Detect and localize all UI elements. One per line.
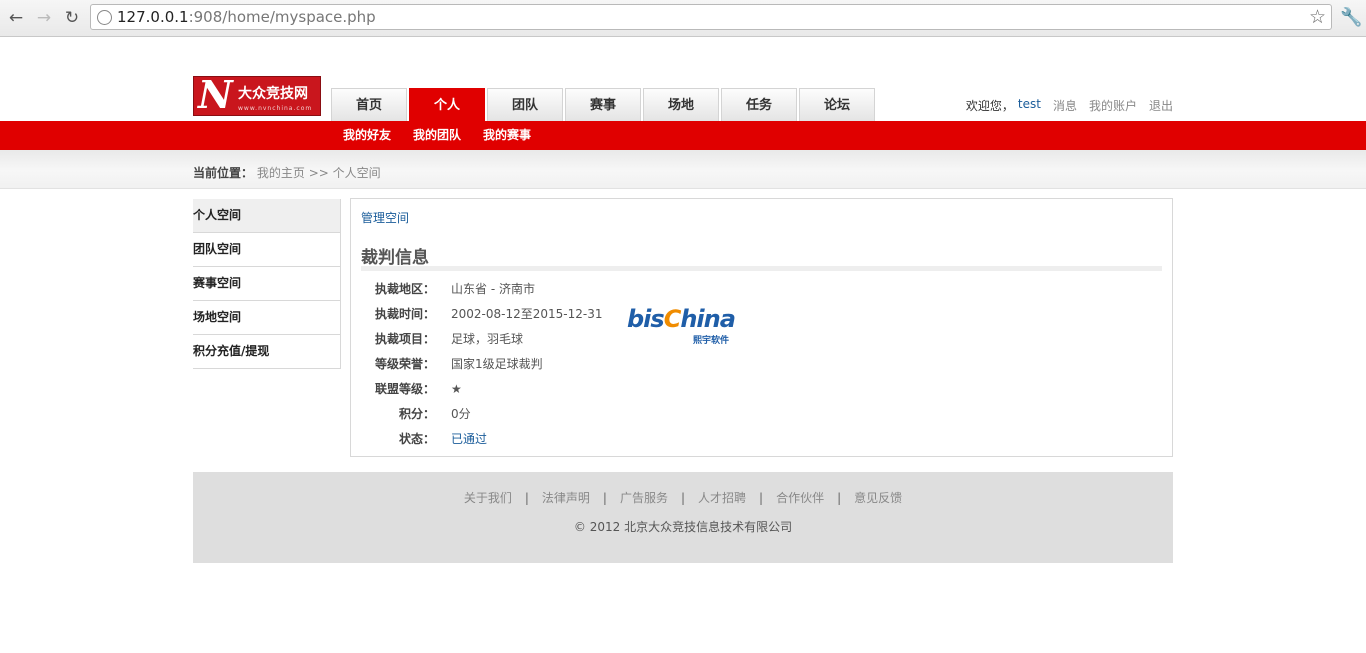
my-account-link[interactable]: 我的账户 (1089, 97, 1137, 114)
user-bar: 欢迎您， test 消息 我的账户 退出 (966, 97, 1173, 114)
footer-link[interactable]: 人才招聘 (698, 491, 746, 505)
content-panel: 管理空间 裁判信息 执裁地区： 山东省 - 济南市执裁时间： 2002-08-12至… (350, 198, 1173, 457)
info-value: ★ (451, 382, 462, 396)
sidebar-item[interactable]: 赛事空间 (193, 267, 340, 301)
bookmark-star-icon[interactable]: ☆ (1309, 6, 1326, 28)
footer-link[interactable]: 法律声明 (542, 491, 590, 505)
info-value: 0分 (451, 407, 471, 421)
messages-link[interactable]: 消息 (1053, 97, 1077, 114)
info-row: 执裁项目： 足球，羽毛球 (361, 329, 602, 354)
footer-link[interactable]: 意见反馈 (854, 491, 902, 505)
page-info-icon[interactable] (97, 10, 112, 25)
url-host: 127.0.0.1 (117, 8, 189, 26)
footer-links: 关于我们 | 法律声明 | 广告服务 | 人才招聘 | 合作伙伴 | 意见反馈 (193, 489, 1173, 506)
welcome-text: 欢迎您， (965, 99, 1014, 113)
sidebar-item[interactable]: 积分充值/提现 (193, 335, 340, 368)
info-row: 执裁时间： 2002-08-12至2015-12-31 (361, 304, 603, 329)
reload-icon[interactable]: ↻ (61, 7, 83, 29)
status-value-link[interactable]: 已通过 (451, 429, 487, 454)
nav-tab[interactable]: 团队 (487, 88, 563, 121)
main-nav: 首页 个人 团队 赛事 场地 任务 论坛 (331, 88, 877, 121)
logo-name: 大众竞技网 (238, 86, 308, 102)
username-link[interactable]: test (1018, 97, 1041, 114)
wrench-menu-icon[interactable]: 🔧 (1340, 7, 1362, 29)
address-bar[interactable]: 127.0.0.1:908/home/myspace.php ☆ (90, 4, 1332, 30)
breadcrumb-bar: 当前位置： 我的主页 >> 个人空间 (0, 150, 1366, 189)
info-label: 执裁项目： (374, 332, 435, 346)
manage-space-link[interactable]: 管理空间 (361, 209, 409, 226)
back-icon[interactable]: ← (5, 7, 27, 29)
logo-url: www.nvnchina.com (238, 105, 313, 112)
info-label: 执裁时间： (374, 307, 435, 321)
nav-tab[interactable]: 任务 (721, 88, 797, 121)
info-value: 2002-08-12至2015-12-31 (451, 307, 603, 321)
url-text: 127.0.0.1:908/home/myspace.php (117, 8, 376, 26)
nav-tab[interactable]: 首页 (331, 88, 407, 121)
info-row: 积分： 0分 (361, 404, 602, 429)
subnav-link[interactable]: 我的好友 (343, 121, 391, 150)
info-row: 联盟等级： ★ (361, 379, 602, 404)
info-label: 等级荣誉： (374, 357, 435, 371)
bischina-watermark-logo: bisChina 熙宇软件 (627, 305, 736, 346)
url-path: :908/home/myspace.php (188, 8, 376, 26)
site-logo[interactable]: N 大众竞技网 www.nvnchina.com (193, 76, 321, 116)
info-label: 状态： (398, 432, 435, 446)
browser-toolbar: ← → ↻ 127.0.0.1:908/home/myspace.php ☆ 🔧 (0, 0, 1366, 37)
forward-icon[interactable]: → (33, 7, 55, 29)
copyright-text: © 2012 北京大众竞技信息技术有限公司 (573, 520, 793, 534)
footer: 关于我们 | 法律声明 | 广告服务 | 人才招聘 | 合作伙伴 | 意见反馈 © 2012 北京大… (193, 472, 1173, 563)
nav-tab[interactable]: 场地 (643, 88, 719, 121)
footer-link[interactable]: 关于我们 (464, 491, 512, 505)
sidebar-item[interactable]: 个人空间 (193, 199, 340, 233)
footer-link[interactable]: 合作伙伴 (776, 491, 824, 505)
footer-separator: | (602, 491, 607, 505)
subnav-link[interactable]: 我的赛事 (483, 121, 531, 150)
info-label: 积分： (398, 407, 435, 421)
breadcrumb-separator: >> (308, 166, 329, 180)
subnav-link[interactable]: 我的团队 (413, 121, 461, 150)
footer-separator: | (524, 491, 529, 505)
info-row: 执裁地区： 山东省 - 济南市 (361, 279, 602, 304)
info-label: 执裁地区： (374, 282, 435, 296)
footer-separator: | (837, 491, 842, 505)
breadcrumb-label: 当前位置： (193, 166, 254, 180)
info-value: 足球，羽毛球 (451, 332, 524, 346)
info-value: 国家1级足球裁判 (451, 357, 543, 371)
footer-separator: | (680, 491, 686, 505)
nav-tab[interactable]: 论坛 (799, 88, 875, 121)
info-label: 联盟等级： (374, 382, 435, 396)
logo-letter: N (198, 76, 233, 116)
referee-info: 执裁地区： 山东省 - 济南市执裁时间： 2002-08-12至2015-12-31… (361, 279, 603, 454)
sidebar-item[interactable]: 团队空间 (193, 233, 340, 267)
logout-link[interactable]: 退出 (1149, 97, 1173, 114)
nav-tab[interactable]: 个人 (409, 88, 485, 121)
footer-link[interactable]: 广告服务 (620, 491, 668, 505)
section-title: 裁判信息 (361, 248, 429, 268)
nav-tab[interactable]: 赛事 (565, 88, 641, 121)
footer-separator: | (759, 491, 764, 505)
section-divider (361, 266, 1162, 271)
info-row: 状态： 已通过 (361, 429, 602, 454)
info-value: 山东省 - 济南市 (451, 282, 535, 296)
sub-nav-bar: 我的好友 我的团队 我的赛事 (0, 121, 1366, 150)
breadcrumb-home-link[interactable]: 我的主页 (257, 166, 305, 180)
sidebar: 个人空间 团队空间 赛事空间 场地空间 积分充值/提现 (193, 199, 341, 369)
sidebar-item[interactable]: 场地空间 (193, 301, 340, 335)
breadcrumb: 当前位置： 我的主页 >> 个人空间 (193, 164, 381, 181)
info-row: 等级荣誉： 国家1级足球裁判 (361, 354, 602, 379)
breadcrumb-current: 个人空间 (332, 166, 381, 180)
